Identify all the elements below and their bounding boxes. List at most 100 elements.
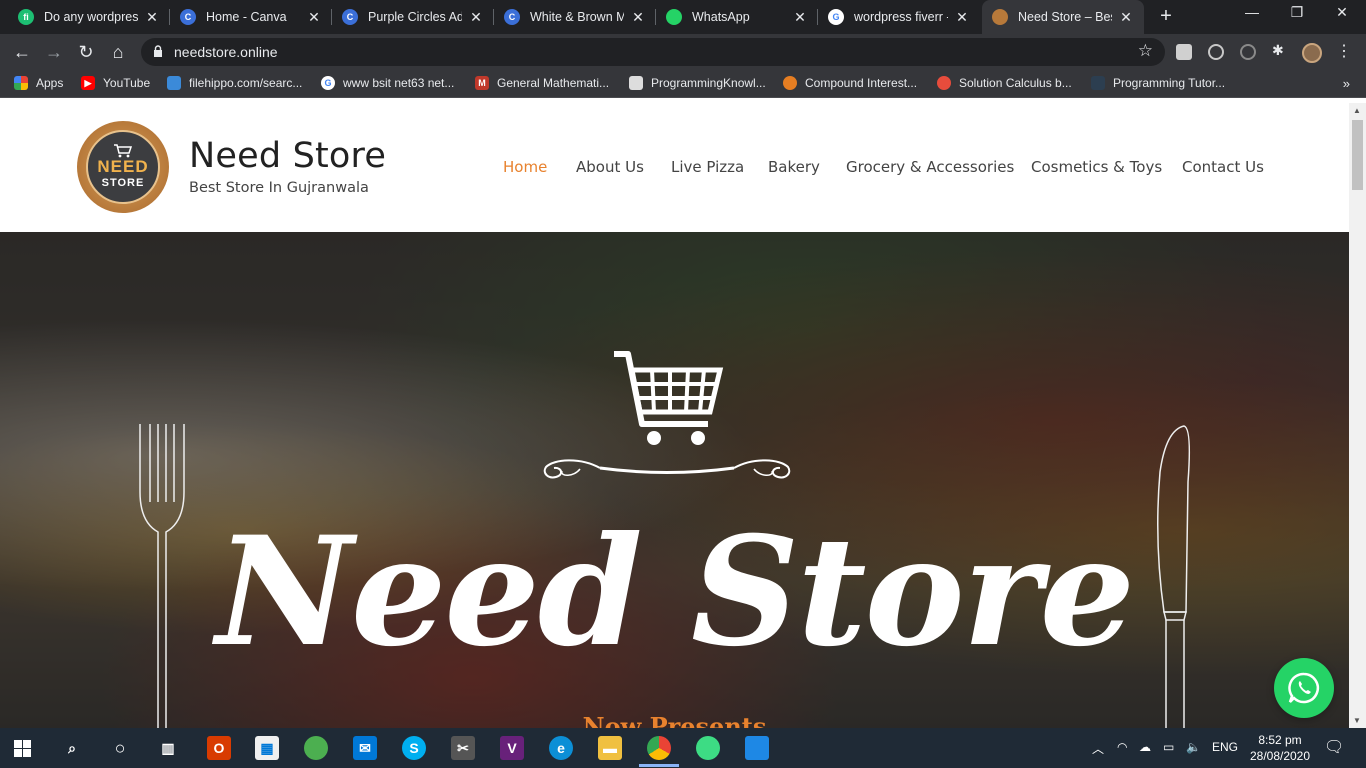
clock-date: 28/08/2020 — [1249, 749, 1311, 763]
extension-icon[interactable] — [1240, 44, 1256, 60]
task-view-icon[interactable]: ▥ — [156, 736, 180, 760]
visual-studio-icon[interactable]: V — [500, 736, 524, 760]
cart-icon — [114, 144, 133, 158]
office-icon[interactable]: O — [207, 736, 231, 760]
notifications-icon[interactable]: 🗨 — [1324, 737, 1344, 757]
whatsapp-icon — [1288, 672, 1320, 704]
forward-icon[interactable]: → — [43, 41, 65, 63]
tab-title: Home - Canva — [206, 10, 287, 24]
store-icon[interactable]: ▦ — [255, 736, 279, 760]
filehippo-icon — [167, 76, 181, 90]
logo-text-need: NEED — [97, 157, 149, 176]
nav-about-us[interactable]: About Us — [576, 158, 644, 176]
close-icon[interactable]: ✕ — [468, 9, 484, 26]
battery-icon[interactable]: ▭ — [1163, 740, 1174, 754]
bookmark-tutor[interactable]: Programming Tutor... — [1091, 76, 1225, 90]
home-icon[interactable]: ⌂ — [107, 41, 129, 63]
scroll-down-icon[interactable]: ▼ — [1353, 716, 1361, 725]
nav-home[interactable]: Home — [503, 158, 547, 176]
google-icon: G — [828, 9, 844, 25]
nav-contact-us[interactable]: Contact Us — [1182, 158, 1264, 176]
cortana-icon[interactable]: ○ — [108, 736, 132, 760]
system-clock[interactable]: 8:52 pm 28/08/2020 — [1248, 732, 1312, 764]
close-icon[interactable]: ✕ — [630, 9, 646, 26]
close-icon[interactable]: ✕ — [144, 9, 160, 26]
site-header: NEED STORE Need Store Best Store In Gujr… — [0, 103, 1349, 232]
browser-tab-bar: fi Do any wordpress ✕ C Home - Canva ✕ C… — [0, 0, 1366, 34]
bookmark-calculus[interactable]: Solution Calculus b... — [937, 76, 1072, 90]
android-studio-icon[interactable] — [696, 736, 720, 760]
bookmark-label: YouTube — [103, 76, 151, 90]
needstore-favicon-icon — [992, 9, 1008, 25]
close-icon[interactable]: ✕ — [306, 9, 322, 26]
bookmark-filehippo[interactable]: filehippo.com/searc... — [167, 76, 302, 90]
active-app-indicator — [639, 764, 679, 767]
extension-icon[interactable] — [1176, 44, 1192, 60]
url-text: needstore.online — [174, 44, 278, 60]
site-tagline: Best Store In Gujranwala — [189, 180, 369, 196]
volume-icon[interactable]: 🔈 — [1186, 740, 1201, 754]
bookmark-programming[interactable]: ProgrammingKnowl... — [629, 76, 766, 90]
window-close-button[interactable]: ✕ — [1327, 4, 1357, 21]
bookmark-apps[interactable]: Apps — [14, 76, 63, 90]
close-icon[interactable]: ✕ — [954, 9, 970, 26]
network-icon[interactable]: ◠ — [1117, 740, 1127, 754]
close-icon[interactable]: ✕ — [792, 9, 808, 26]
chrome-icon[interactable] — [647, 736, 671, 760]
new-tab-button[interactable]: + — [1155, 5, 1177, 28]
photos-icon[interactable] — [745, 736, 769, 760]
site-logo[interactable]: NEED STORE — [77, 121, 169, 213]
maximize-button[interactable]: ❐ — [1282, 4, 1312, 21]
bookmark-compound[interactable]: Compound Interest... — [783, 76, 917, 90]
bookmarks-bar: Apps ▶ YouTube filehippo.com/searc... G … — [0, 70, 1366, 98]
scroll-up-icon[interactable]: ▲ — [1353, 106, 1361, 115]
edge-icon[interactable]: e — [549, 736, 573, 760]
browser-toolbar: ← → ↻ ⌂ needstore.online ☆ ✱ ⋮ — [0, 34, 1366, 70]
back-icon[interactable]: ← — [11, 41, 33, 63]
snipping-tool-icon[interactable]: ✂ — [451, 736, 475, 760]
search-icon[interactable]: ⌕ — [60, 736, 84, 760]
nav-bakery[interactable]: Bakery — [768, 158, 820, 176]
bookmark-math[interactable]: M General Mathemati... — [475, 76, 609, 90]
bookmark-youtube[interactable]: ▶ YouTube — [81, 76, 150, 90]
browser-tab[interactable]: WhatsApp ✕ — [656, 0, 818, 34]
site-title[interactable]: Need Store — [189, 136, 386, 176]
language-indicator[interactable]: ENG — [1212, 740, 1238, 754]
skype-icon[interactable]: S — [402, 736, 426, 760]
browser-tab[interactable]: C White & Brown M ✕ — [494, 0, 656, 34]
page-scrollbar[interactable]: ▲ ▼ — [1349, 103, 1366, 728]
calc-icon — [783, 76, 797, 90]
whatsapp-chat-button[interactable] — [1274, 658, 1334, 718]
mail-icon[interactable]: ✉ — [353, 736, 377, 760]
browser-tab[interactable]: G wordpress fiverr - ✕ — [818, 0, 980, 34]
onedrive-icon[interactable]: ☁ — [1139, 740, 1151, 754]
nav-cosmetics-toys[interactable]: Cosmetics & Toys — [1031, 158, 1162, 176]
canva-icon: C — [504, 9, 520, 25]
browser-tab[interactable]: C Home - Canva ✕ — [170, 0, 332, 34]
math-icon: M — [475, 76, 489, 90]
flourish-ornament-icon — [543, 459, 791, 479]
file-explorer-icon[interactable]: ▬ — [598, 736, 622, 760]
profile-avatar[interactable] — [1302, 43, 1322, 63]
windows-start-icon[interactable] — [14, 740, 31, 757]
reload-icon[interactable]: ↻ — [75, 41, 97, 63]
nav-grocery-accessories[interactable]: Grocery & Accessories — [846, 158, 1014, 176]
menu-kebab-icon[interactable]: ⋮ — [1336, 41, 1352, 61]
tab-title: White & Brown M — [530, 10, 624, 24]
app-icon[interactable] — [304, 736, 328, 760]
nav-live-pizza[interactable]: Live Pizza — [671, 158, 744, 176]
bookmark-bsit[interactable]: G www bsit net63 net... — [321, 76, 454, 90]
address-bar[interactable]: needstore.online ☆ — [141, 38, 1165, 66]
bookmark-star-icon[interactable]: ☆ — [1138, 41, 1153, 61]
scroll-thumb[interactable] — [1352, 120, 1363, 190]
bookmarks-more-icon[interactable]: » — [1343, 76, 1350, 91]
browser-tab-active[interactable]: Need Store – Best ✕ — [982, 0, 1144, 34]
globe-icon[interactable] — [1208, 44, 1224, 60]
puzzle-icon[interactable]: ✱ — [1272, 42, 1288, 58]
close-icon[interactable]: ✕ — [1118, 9, 1134, 26]
browser-tab[interactable]: fi Do any wordpress ✕ — [8, 0, 170, 34]
shopping-cart-icon — [614, 351, 724, 445]
tray-chevron-icon[interactable]: ︿ — [1092, 740, 1104, 757]
browser-tab[interactable]: C Purple Circles Adv ✕ — [332, 0, 494, 34]
minimize-button[interactable]: — — [1237, 4, 1267, 20]
